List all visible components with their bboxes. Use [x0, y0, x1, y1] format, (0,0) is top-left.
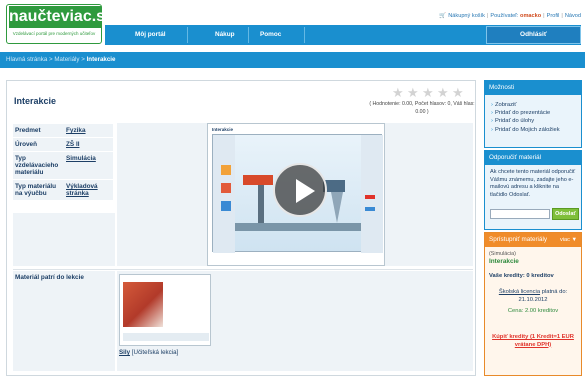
unlock-more-link[interactable]: viac ▼: [560, 233, 577, 247]
info-table: Predmet Fyzika Úroveň ZŠ II Typ vzdeláva…: [13, 123, 113, 201]
lesson-label: Materiál patrí do lekcie: [13, 271, 115, 371]
credits-balance: Vaše kredity: 0 kreditov: [489, 273, 554, 279]
email-input[interactable]: [490, 209, 550, 219]
nav-divider: [187, 27, 188, 43]
simulation-thumbnail[interactable]: [212, 134, 383, 253]
nav-shop[interactable]: Nákup: [215, 25, 235, 45]
preview-bg-left: [117, 123, 207, 266]
breadcrumb: Hlavná stránka > Materiály > Interakcie: [0, 52, 585, 68]
option-label: Pridať do úlohy: [494, 118, 535, 125]
info-key: Typ materiálu na výučbu: [13, 180, 64, 200]
lesson-link-line: Sily [Učiteľská lekcia]: [119, 349, 178, 356]
option-label: Zobraziť: [494, 102, 517, 108]
cart-link[interactable]: Nákupný košík: [448, 13, 485, 19]
rating-star-icon[interactable]: ★: [437, 86, 450, 99]
info-row-teaching-type: Typ materiálu na výučbu Výkladová stránk…: [13, 180, 113, 200]
recommend-text: Ak chcete tento materiál odporučiť Vášmu…: [490, 169, 576, 198]
play-icon: [296, 179, 315, 203]
option-add-presentation[interactable]: › Pridať do prezentácie: [491, 109, 575, 117]
info-key: Typ vzdelávacieho materiálu: [13, 152, 64, 179]
license-info: Školská licencia platná do: 21.10.2012: [489, 289, 577, 304]
lesson-link[interactable]: Sily: [119, 349, 130, 356]
breadcrumb-sep: >: [49, 56, 53, 63]
info-value-link[interactable]: Fyzika: [64, 124, 113, 137]
info-value-link[interactable]: ZŠ II: [64, 138, 113, 151]
rating-star-icon[interactable]: ★: [452, 86, 465, 99]
nav-help[interactable]: Pomoc: [260, 25, 281, 45]
rating-stars: ★ ★ ★ ★ ★: [392, 86, 467, 99]
page-title: Interakcie: [14, 96, 57, 106]
material-preview[interactable]: Interakcie: [207, 123, 385, 266]
info-value-link[interactable]: Simulácia: [64, 152, 113, 179]
nav-divider: [248, 27, 249, 43]
nav-divider: [304, 27, 305, 43]
chevron-down-icon: ▼: [571, 237, 577, 243]
options-title: Možnosti: [485, 81, 581, 95]
separator: |: [561, 13, 563, 19]
separator: |: [486, 13, 489, 19]
user-prefix: Používateľ:: [490, 13, 519, 19]
option-show[interactable]: › Zobraziť: [491, 101, 575, 109]
send-button[interactable]: Odoslať: [552, 208, 579, 220]
license-price: Cena: 2.00 kreditov: [507, 308, 559, 314]
lesson-toolbar: [123, 333, 209, 341]
arrow-icon: ›: [491, 110, 493, 117]
logout-button[interactable]: Odhlásiť: [486, 26, 581, 44]
help-link[interactable]: Návod: [565, 13, 581, 19]
recommend-title: Odporučiť materiál: [485, 151, 581, 165]
option-add-task[interactable]: › Pridať do úlohy: [491, 117, 575, 125]
unlock-body: (Simulácia) Interakcie Vaše kredity: 0 k…: [485, 247, 581, 353]
shopping-cart-icon: 🛒: [439, 13, 447, 19]
unlock-material-name: Interakcie: [489, 258, 519, 265]
arrow-icon: ›: [491, 126, 493, 133]
rating-summary: ( Hodnotenie: 0.00, Počet hlasov: 0, Váš…: [369, 101, 475, 115]
material-detail: Interakcie ★ ★ ★ ★ ★ ( Hodnotenie: 0.00, Poč…: [6, 80, 476, 376]
unlock-panel: Sprístupniť materiály viac ▼ (Simulácia)…: [484, 232, 582, 376]
option-label: Pridať do Mojich záložiek: [494, 126, 560, 133]
info-bg: [13, 213, 115, 266]
section-divider: [13, 269, 473, 270]
school-license-link[interactable]: Školská licencia: [499, 289, 540, 295]
breadcrumb-current: Interakcie: [86, 56, 116, 63]
options-panel: Možnosti › Zobraziť › Pridať do prezentáci…: [484, 80, 582, 148]
play-button[interactable]: [273, 163, 327, 217]
logo-wordmark: naučteviac.sk: [9, 6, 114, 28]
recommend-panel: Odporučiť materiál Ak chcete tento mater…: [484, 150, 582, 230]
lesson-photo: [123, 282, 163, 327]
preview-bg-right: [385, 123, 473, 266]
arrow-icon: ›: [491, 118, 493, 125]
nav-my-portal[interactable]: Môj portál: [135, 25, 166, 45]
rating-star-icon[interactable]: ★: [422, 86, 435, 99]
preview-caption: Interakcie: [212, 127, 234, 132]
unlock-more-label: viac: [559, 237, 570, 243]
breadcrumb-sep: >: [81, 56, 85, 63]
buy-credits-link[interactable]: Kúpiť kredity (1 Kredit=1 EUR vrátane DP…: [489, 334, 577, 349]
info-key: Predmet: [13, 124, 64, 137]
info-value-link[interactable]: Výkladová stránka: [64, 180, 113, 200]
rating-star-icon[interactable]: ★: [407, 86, 420, 99]
unlock-type: (Simulácia): [489, 251, 516, 257]
info-row-level: Úroveň ZŠ II: [13, 138, 113, 151]
username[interactable]: omacko: [520, 13, 541, 19]
logo-slogan: Vzdelávací portál pre moderných učiteľov: [12, 31, 96, 36]
option-label: Pridať do prezentácie: [494, 110, 551, 117]
rating-star-icon[interactable]: ★: [392, 86, 405, 99]
arrow-icon: ›: [491, 102, 493, 108]
option-add-bookmark[interactable]: › Pridať do Mojich záložiek: [491, 126, 575, 134]
separator: |: [543, 13, 545, 19]
breadcrumb-home[interactable]: Hlavná stránka: [6, 56, 47, 63]
info-row-subject: Predmet Fyzika: [13, 124, 113, 137]
options-list: › Zobraziť › Pridať do prezentácie › Pridať…: [485, 95, 581, 140]
profile-link[interactable]: Profil: [547, 13, 560, 19]
unlock-header: Sprístupniť materiály viac ▼: [485, 233, 581, 247]
breadcrumb-materials[interactable]: Materiály: [54, 56, 79, 63]
lesson-link-suffix: [Učiteľská lekcia]: [131, 349, 179, 356]
info-row-material-type: Typ vzdelávacieho materiálu Simulácia: [13, 152, 113, 179]
lesson-thumbnail[interactable]: [119, 274, 211, 346]
site-logo[interactable]: naučteviac.sk Vzdelávací portál pre mode…: [6, 4, 114, 44]
user-bar: 🛒 Nákupný košík | Používateľ: omacko | Profil…: [439, 13, 581, 19]
info-key: Úroveň: [13, 138, 64, 151]
unlock-title: Sprístupniť materiály: [489, 236, 548, 243]
